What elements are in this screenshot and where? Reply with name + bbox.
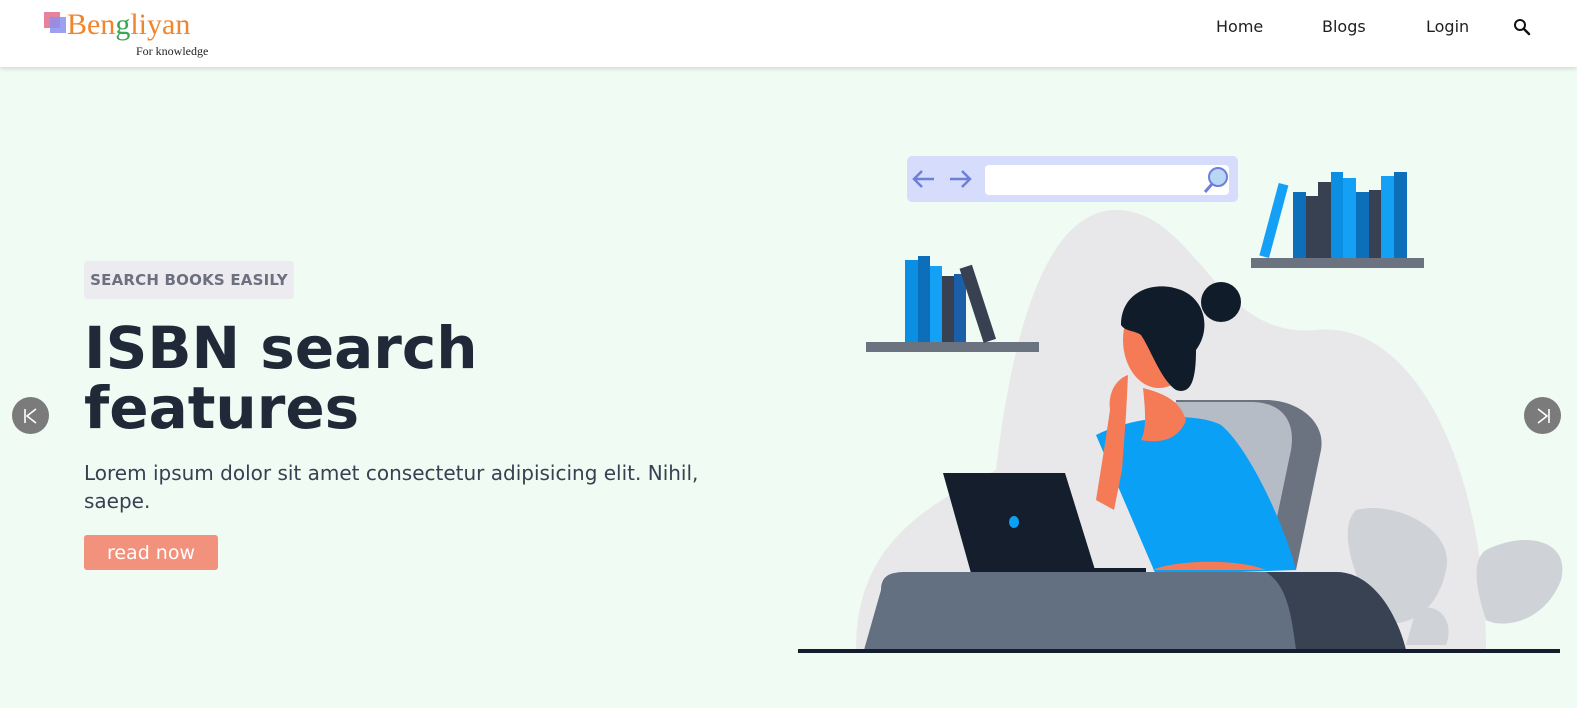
nav-blogs[interactable]: Blogs [1322, 17, 1366, 36]
hero-title-line1: ISBN search [84, 314, 478, 382]
site-header: Bengliyan For knowledge Home Blogs Login [0, 0, 1577, 67]
carousel-prev-button[interactable] [12, 397, 49, 434]
nav-login[interactable]: Login [1426, 17, 1469, 36]
skip-previous-icon [23, 407, 36, 424]
logo-tagline: For knowledge [136, 44, 209, 58]
logo-name: Bengliyan [67, 8, 191, 41]
hero-illustration [798, 156, 1563, 653]
hero-description: Lorem ipsum dolor sit amet consectetur a… [84, 461, 699, 513]
search-button[interactable] [1512, 17, 1532, 37]
left-bookshelf-illustration [866, 256, 1039, 352]
hero-badge: SEARCH BOOKS EASILY [84, 261, 294, 299]
read-now-button[interactable]: read now [84, 535, 218, 570]
logo-mark-icon [44, 12, 68, 36]
right-bookshelf-illustration [1251, 172, 1424, 268]
nav-home[interactable]: Home [1216, 17, 1263, 36]
site-logo[interactable]: Bengliyan For knowledge [44, 8, 234, 64]
hero-title: ISBN search features [84, 318, 684, 438]
search-icon [1514, 19, 1531, 36]
hero-title-line2: features [84, 374, 360, 442]
browser-bar-illustration [907, 156, 1238, 202]
